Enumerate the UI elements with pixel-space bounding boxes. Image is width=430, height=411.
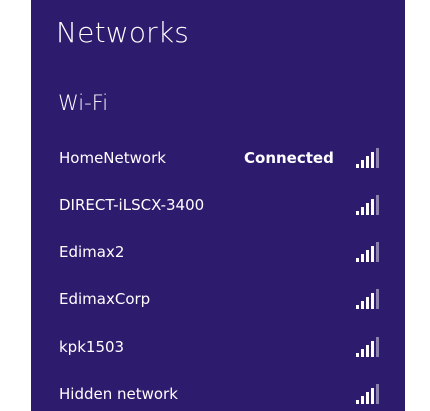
- network-name: HomeNetwork: [59, 149, 166, 167]
- network-name: DIRECT-iLSCX-3400: [59, 196, 205, 214]
- page-title: Networks: [56, 16, 190, 49]
- network-item-edimaxcorp[interactable]: EdimaxCorp: [31, 283, 405, 317]
- wifi-signal-icon: [356, 148, 382, 168]
- network-item-direct-ilscx-3400[interactable]: DIRECT-iLSCX-3400: [31, 189, 405, 223]
- wifi-signal-icon: [356, 384, 382, 404]
- wifi-signal-icon: [356, 337, 382, 357]
- network-name: Edimax2: [59, 243, 125, 261]
- networks-panel: Networks Wi-Fi HomeNetwork Connected DIR…: [31, 0, 405, 411]
- network-item-homenetwork[interactable]: HomeNetwork Connected: [31, 142, 405, 176]
- wifi-signal-icon: [356, 242, 382, 262]
- network-name: kpk1503: [59, 338, 125, 356]
- connection-status: Connected: [244, 149, 334, 167]
- network-item-kpk1503[interactable]: kpk1503: [31, 331, 405, 365]
- network-name: Hidden network: [59, 385, 178, 403]
- network-item-edimax2[interactable]: Edimax2: [31, 236, 405, 270]
- network-item-hidden-network[interactable]: Hidden network: [31, 378, 405, 411]
- wifi-signal-icon: [356, 195, 382, 215]
- wifi-section-title: Wi-Fi: [58, 91, 109, 115]
- network-name: EdimaxCorp: [59, 290, 151, 308]
- wifi-signal-icon: [356, 289, 382, 309]
